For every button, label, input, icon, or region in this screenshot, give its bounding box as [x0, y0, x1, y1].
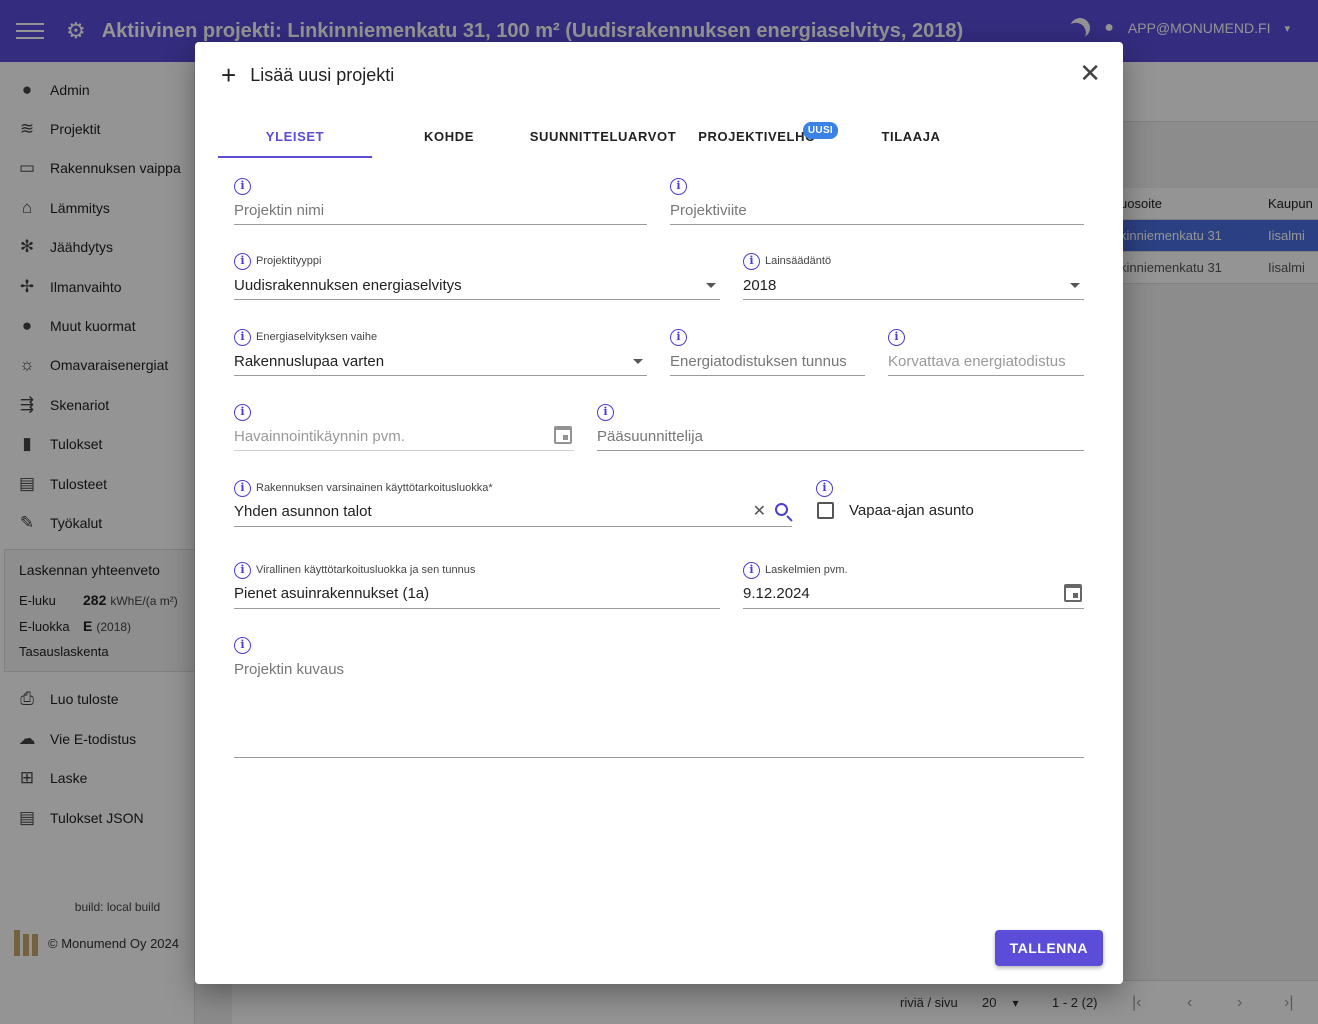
info-icon[interactable]: i — [597, 404, 614, 421]
legislation-label: Lainsäädäntö — [765, 255, 832, 267]
calc-date-label: Laskelmien pvm. — [765, 564, 848, 576]
plus-icon: + — [221, 60, 237, 90]
project-description-field[interactable]: i Projektin kuvaus — [234, 637, 1084, 758]
phase-value: Rakennuslupaa varten — [234, 353, 385, 370]
visit-date-placeholder: Havainnointikäynnin pvm. — [234, 428, 405, 445]
tab-label: SUUNNITTELUARVOT — [529, 129, 677, 144]
calc-date-value: 9.12.2024 — [743, 585, 810, 602]
project-name-placeholder: Projektin nimi — [234, 202, 325, 219]
info-icon[interactable]: i — [816, 480, 833, 497]
calendar-icon[interactable] — [554, 426, 572, 444]
project-reference-placeholder: Projektiviite — [670, 202, 747, 219]
tab-label: TILAAJA — [881, 129, 941, 144]
new-project-dialog: + Lisää uusi projekti ✕ YLEISET KOHDE SU… — [195, 42, 1123, 984]
description-placeholder: Projektin kuvaus — [234, 661, 345, 678]
info-icon[interactable]: i — [234, 404, 251, 421]
calendar-icon[interactable] — [1064, 584, 1082, 602]
tab-projektivelho[interactable]: PROJEKTIVELHO UUSI — [680, 120, 838, 158]
info-icon[interactable]: i — [888, 329, 905, 346]
dropdown-arrow-icon[interactable] — [1070, 283, 1080, 288]
leisure-residence-label[interactable]: Vapaa-ajan asunto — [849, 502, 974, 519]
building-usage-class-field[interactable]: i Rakennuksen varsinainen käyttötarkoitu… — [234, 480, 792, 527]
tab-suunnitteluarvot[interactable]: SUUNNITTELUARVOT — [526, 120, 680, 158]
official-usage-class-field[interactable]: i Virallinen käyttötarkoitusluokka ja se… — [234, 562, 720, 609]
clear-icon[interactable]: ✕ — [753, 501, 766, 521]
info-icon[interactable]: i — [234, 178, 251, 195]
info-icon[interactable]: i — [234, 562, 251, 579]
main-designer-field[interactable]: i Pääsuunnittelija — [597, 404, 1084, 451]
tab-tilaaja[interactable]: TILAAJA — [834, 120, 988, 158]
replaced-certificate-field[interactable]: i Korvattava energiatodistus — [888, 329, 1084, 376]
info-icon[interactable]: i — [234, 480, 251, 497]
search-icon[interactable] — [775, 503, 788, 516]
official-class-label: Virallinen käyttötarkoitusluokka ja sen … — [256, 564, 476, 576]
inspection-visit-date-field[interactable]: i Havainnointikäynnin pvm. — [234, 404, 574, 451]
project-type-label: Projektityyppi — [256, 255, 322, 267]
project-reference-field[interactable]: i Projektiviite — [670, 178, 1084, 225]
official-class-value: Pienet asuinrakennukset (1a) — [234, 585, 430, 602]
usage-class-label: Rakennuksen varsinainen käyttötarkoitusl… — [256, 482, 493, 494]
tab-yleiset[interactable]: YLEISET — [218, 120, 372, 158]
close-icon[interactable]: ✕ — [1079, 60, 1101, 86]
leisure-residence-checkbox[interactable] — [817, 502, 834, 519]
legislation-value: 2018 — [743, 277, 777, 294]
project-name-field[interactable]: i Projektin nimi — [234, 178, 647, 225]
usage-class-value: Yhden asunnon talot — [234, 503, 372, 520]
energy-certificate-id-field[interactable]: i Energiatodistuksen tunnus — [670, 329, 865, 376]
project-type-select[interactable]: i Projektityyppi Uudisrakennuksen energi… — [234, 253, 720, 300]
legislation-select[interactable]: i Lainsäädäntö 2018 — [743, 253, 1084, 300]
save-button[interactable]: TALLENNA — [994, 930, 1103, 966]
dropdown-arrow-icon[interactable] — [633, 359, 643, 364]
certificate-id-placeholder: Energiatodistuksen tunnus — [670, 353, 847, 370]
calculation-date-field[interactable]: i Laskelmien pvm. 9.12.2024 — [743, 562, 1084, 609]
project-type-value: Uudisrakennuksen energiaselvitys — [234, 277, 462, 294]
info-icon[interactable]: i — [670, 178, 687, 195]
dropdown-arrow-icon[interactable] — [706, 283, 716, 288]
info-icon[interactable]: i — [743, 562, 760, 579]
info-icon[interactable]: i — [670, 329, 687, 346]
dialog-tabs: YLEISET KOHDE SUUNNITTELUARVOT PROJEKTIV… — [218, 120, 988, 158]
dialog-title: Lisää uusi projekti — [250, 64, 395, 85]
info-icon[interactable]: i — [234, 253, 251, 270]
info-icon[interactable]: i — [234, 329, 251, 346]
tab-label: KOHDE — [424, 129, 474, 144]
tab-label: PROJEKTIVELHO — [698, 129, 816, 144]
phase-label: Energiaselvityksen vaihe — [256, 331, 378, 343]
tab-kohde[interactable]: KOHDE — [372, 120, 526, 158]
energy-report-phase-select[interactable]: i Energiaselvityksen vaihe Rakennuslupaa… — [234, 329, 647, 376]
new-badge: UUSI — [802, 122, 838, 139]
replaced-certificate-placeholder: Korvattava energiatodistus — [888, 353, 1066, 370]
info-icon[interactable]: i — [743, 253, 760, 270]
info-icon[interactable]: i — [234, 637, 251, 654]
tab-label: YLEISET — [265, 129, 325, 144]
main-designer-placeholder: Pääsuunnittelija — [597, 428, 703, 445]
